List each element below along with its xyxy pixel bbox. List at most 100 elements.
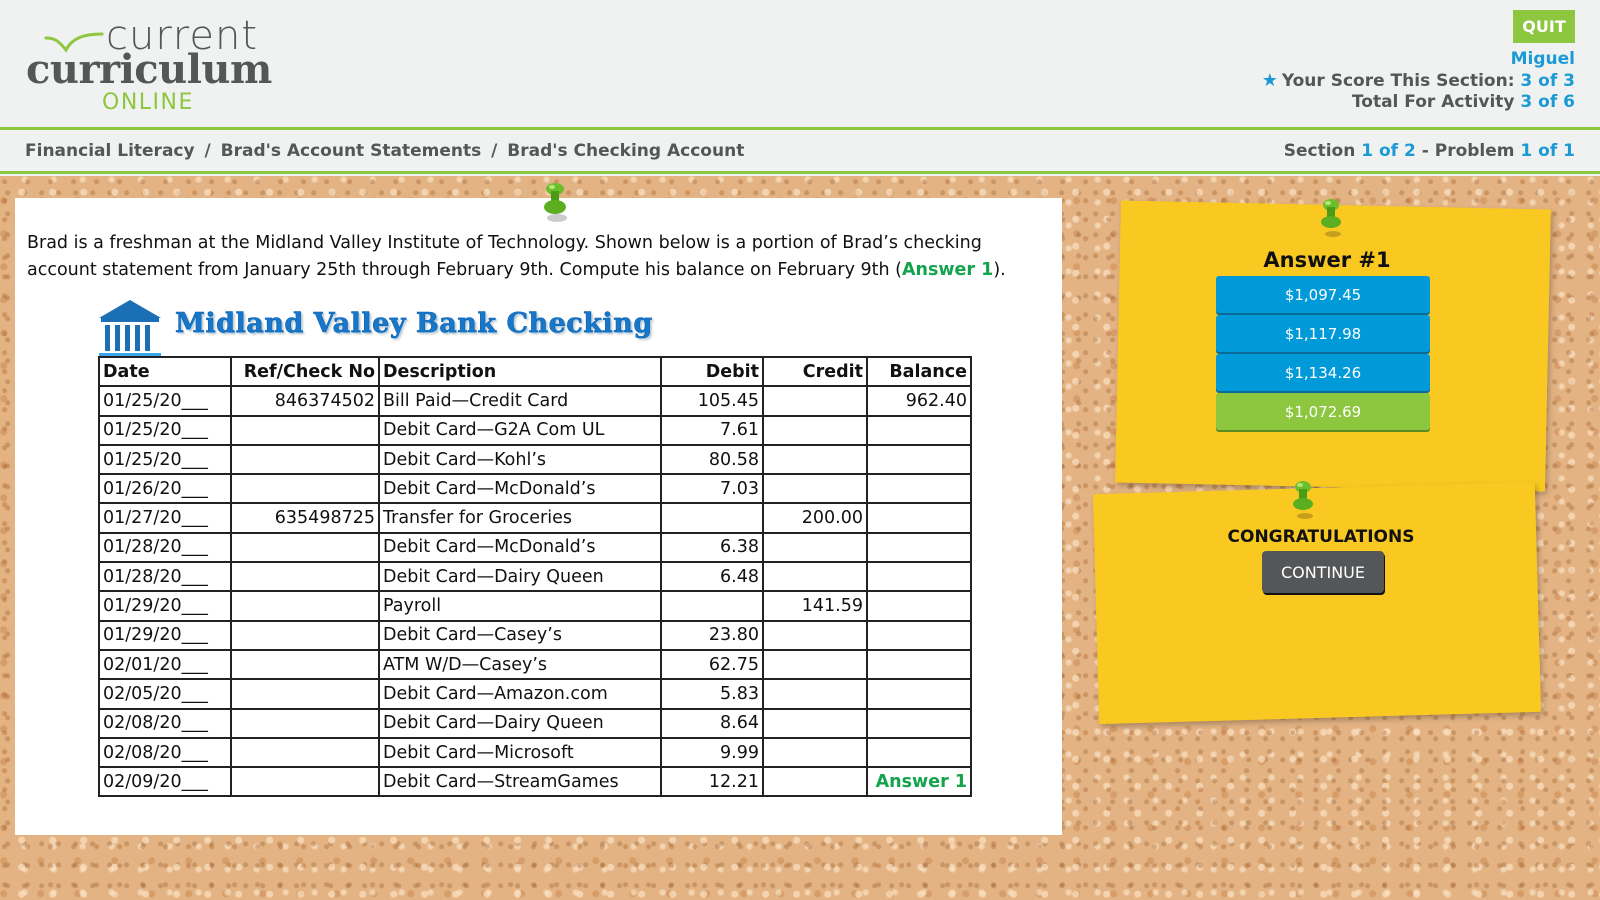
- cell-date: 01/29/20___: [98, 590, 232, 622]
- cell-ref: [230, 414, 380, 446]
- cell-credit: [762, 561, 868, 593]
- cell-date: 01/29/20___: [98, 619, 232, 651]
- breadcrumb-separator: /: [491, 141, 498, 161]
- cell-description: ATM W/D—Casey’s: [378, 648, 662, 681]
- logo-word-curriculum: curriculum: [26, 46, 272, 93]
- column-header-debit: Debit: [660, 355, 764, 388]
- question-prompt: Brad is a freshman at the Midland Valley…: [27, 230, 1047, 284]
- table-row: 02/08/20___ Debit Card—Microsoft 9.99: [98, 736, 972, 769]
- activity-total-value: 3 of 6: [1520, 92, 1575, 112]
- cell-date: 01/28/20___: [98, 561, 232, 593]
- cell-description: Transfer for Groceries: [378, 502, 662, 534]
- cell-credit: [762, 385, 868, 417]
- progress-dash: -: [1421, 141, 1429, 161]
- cell-debit: 6.48: [660, 561, 764, 593]
- activity-total: Total For Activity 3 of 6: [1262, 92, 1575, 113]
- pushpin-icon: [1321, 199, 1341, 237]
- continue-button[interactable]: CONTINUE: [1262, 551, 1384, 593]
- cell-balance: [866, 619, 972, 651]
- cell-balance: [866, 648, 972, 681]
- breadcrumb-separator: /: [204, 141, 211, 161]
- pushpin-icon: [1293, 481, 1313, 519]
- cell-description: Payroll: [378, 590, 662, 622]
- user-name: Miguel: [1510, 49, 1575, 69]
- cell-date: 01/26/20___: [98, 473, 232, 505]
- cell-date: 01/27/20___: [98, 502, 232, 534]
- section-score: ★ Your Score This Section: 3 of 3: [1262, 70, 1575, 92]
- quit-button[interactable]: QUIT: [1513, 10, 1575, 43]
- table-row: 02/08/20___ Debit Card—Dairy Queen 8.64: [98, 707, 972, 739]
- cell-debit: 8.64: [660, 707, 764, 739]
- column-header-description: Description: [378, 355, 662, 388]
- user-score-info: Miguel ★ Your Score This Section: 3 of 3 …: [1262, 49, 1575, 113]
- answer-heading: Answer #1: [1263, 248, 1391, 272]
- cell-debit: 12.21: [660, 766, 764, 798]
- cell-ref: [230, 619, 380, 651]
- cell-date: 01/25/20___: [98, 385, 232, 417]
- cell-ref: 635498725: [230, 502, 380, 534]
- cell-debit: [660, 502, 764, 534]
- cell-debit: 23.80: [660, 619, 764, 651]
- checking-statement-table: Date Ref/Check No Description Debit Cred…: [98, 355, 972, 798]
- cell-date: 01/28/20___: [98, 531, 232, 564]
- cell-balance: [866, 707, 972, 739]
- cell-description: Debit Card—Dairy Queen: [378, 561, 662, 593]
- cell-ref: [230, 531, 380, 564]
- table-header-row: Date Ref/Check No Description Debit Cred…: [98, 355, 972, 388]
- cell-ref: [230, 707, 380, 739]
- cell-credit: [762, 414, 868, 446]
- cell-balance: [866, 736, 972, 769]
- cell-date: 02/08/20___: [98, 707, 232, 739]
- cell-ref: [230, 590, 380, 622]
- section-score-label: Your Score This Section:: [1281, 71, 1515, 91]
- cell-description: Debit Card—StreamGames: [378, 766, 662, 798]
- cell-credit: [762, 766, 868, 798]
- column-header-ref: Ref/Check No: [230, 355, 380, 388]
- cell-balance: [866, 502, 972, 534]
- table-row: 01/26/20___ Debit Card—McDonald’s 7.03: [98, 473, 972, 505]
- answer-choice-3[interactable]: $1,134.26: [1216, 354, 1430, 391]
- answer-reference: Answer 1: [901, 260, 994, 280]
- bank-statement-title: Midland Valley Bank Checking: [175, 308, 653, 340]
- table-row: 01/25/20___ Debit Card—Kohl’s 80.58: [98, 443, 972, 476]
- cell-credit: [762, 678, 868, 710]
- cell-credit: [762, 531, 868, 564]
- activity-total-label: Total For Activity: [1351, 92, 1515, 112]
- star-icon: ★: [1261, 70, 1278, 91]
- question-card: Brad is a freshman at the Midland Valley…: [15, 183, 1062, 835]
- table-row: 01/29/20___ Debit Card—Casey’s 23.80: [98, 619, 972, 651]
- answer-choice-4-correct[interactable]: $1,072.69: [1216, 393, 1430, 430]
- cell-description: Debit Card—Kohl’s: [378, 443, 662, 476]
- table-row: 01/28/20___ Debit Card—Dairy Queen 6.48: [98, 561, 972, 593]
- cell-balance: 962.40: [866, 385, 972, 417]
- question-text-before: Brad is a freshman at the Midland Valley…: [27, 233, 982, 280]
- answer-choice-1[interactable]: $1,097.45: [1216, 276, 1430, 313]
- cell-credit: [762, 473, 868, 505]
- cell-credit: 141.59: [762, 590, 868, 622]
- table-row: 01/28/20___ Debit Card—McDonald’s 6.38: [98, 531, 972, 564]
- table-row: 01/27/20___ 635498725 Transfer for Groceri…: [98, 502, 972, 534]
- cell-credit: [762, 443, 868, 476]
- cell-credit: [762, 736, 868, 769]
- cell-ref: [230, 443, 380, 476]
- cell-description: Debit Card—Dairy Queen: [378, 707, 662, 739]
- cell-ref: [230, 648, 380, 681]
- table-row: 02/05/20___ Debit Card—Amazon.com 5.83: [98, 678, 972, 710]
- section-label: Section: [1283, 141, 1356, 161]
- breadcrumb-item-account-statements[interactable]: Brad's Account Statements: [221, 141, 482, 161]
- cell-balance: [866, 414, 972, 446]
- breadcrumb-bar: Financial Literacy / Brad's Account Stat…: [0, 133, 1600, 174]
- cell-debit: 62.75: [660, 648, 764, 681]
- section-score-value: 3 of 3: [1520, 71, 1575, 91]
- section-problem-progress: Section 1 of 2 - Problem 1 of 1: [1284, 141, 1575, 161]
- cell-balance: [866, 443, 972, 476]
- cell-credit: [762, 648, 868, 681]
- table-row: 01/25/20___ 846374502 Bill Paid—Credit Car…: [98, 385, 972, 417]
- app-header: current curriculum ONLINE QUIT Miguel ★ Y…: [0, 0, 1600, 130]
- answer-choice-2[interactable]: $1,117.98: [1216, 315, 1430, 352]
- cell-balance: Answer 1: [866, 766, 972, 798]
- bank-building-icon: [99, 300, 161, 356]
- breadcrumb-item-financial-literacy[interactable]: Financial Literacy: [25, 141, 195, 161]
- cell-date: 02/09/20___: [98, 766, 232, 798]
- cell-description: Debit Card—Casey’s: [378, 619, 662, 651]
